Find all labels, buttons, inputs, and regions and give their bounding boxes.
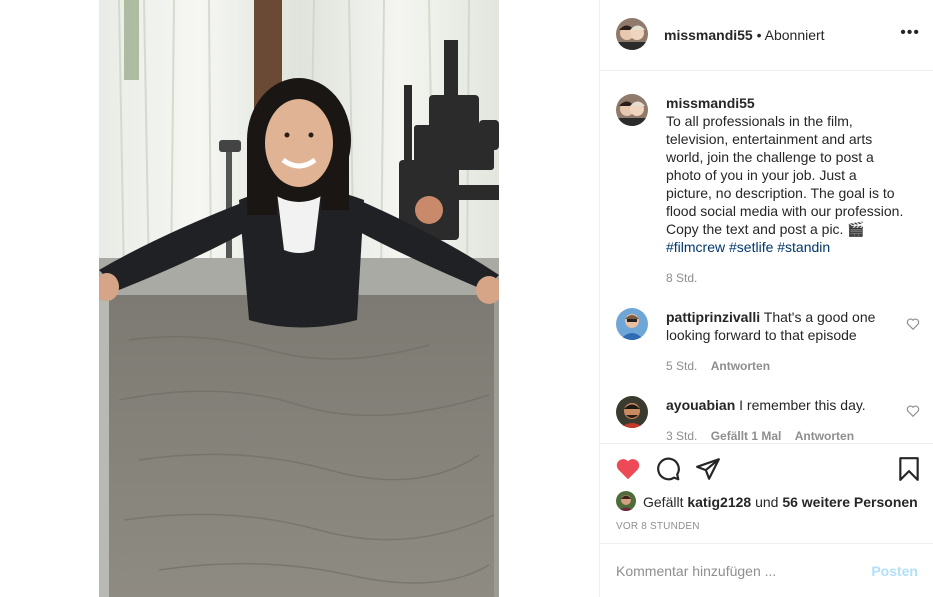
photo-area bbox=[0, 0, 599, 597]
post-photo[interactable] bbox=[99, 0, 499, 597]
comment-username[interactable]: ayouabian bbox=[666, 397, 735, 413]
caption-hashtags[interactable]: #filmcrew #setlife #standin bbox=[666, 238, 911, 256]
comment-input[interactable] bbox=[616, 561, 856, 581]
heart-outline-icon[interactable] bbox=[906, 404, 920, 418]
add-comment-bar: Posten bbox=[600, 543, 933, 597]
heart-filled-icon[interactable] bbox=[615, 456, 641, 482]
header-text: missmandi55 • Abonniert bbox=[664, 26, 825, 44]
likes-prefix: Gefällt bbox=[643, 494, 684, 510]
comment-time[interactable]: 5 Std. bbox=[666, 359, 697, 373]
comment-meta: 5 Std. Antworten bbox=[666, 359, 780, 373]
caption-line: photo of you in your job. Just a bbox=[666, 167, 857, 183]
caption-body: missmandi55 To all professionals in the … bbox=[666, 94, 911, 256]
liker-username[interactable]: katig2128 bbox=[687, 494, 751, 510]
caption-avatar[interactable] bbox=[616, 94, 648, 126]
comment-body: pattiprinzivalli That's a good one looki… bbox=[666, 308, 911, 344]
comment-username[interactable]: pattiprinzivalli bbox=[666, 309, 760, 325]
action-bar: Gefällt katig2128 und 56 weitere Persone… bbox=[600, 443, 933, 543]
caption-line: Copy the text and post a pic. 🎬 bbox=[666, 221, 865, 237]
likes-conj: und bbox=[755, 494, 779, 510]
comment-text: I remember this day. bbox=[739, 397, 866, 413]
comment-meta: 3 Std. Gefällt 1 Mal Antworten bbox=[666, 429, 864, 443]
caption-username[interactable]: missmandi55 bbox=[666, 94, 911, 112]
comment-body: ayouabian I remember this day. bbox=[666, 396, 911, 414]
commenter-avatar[interactable] bbox=[616, 396, 648, 428]
likes-others[interactable]: 56 weitere Personen bbox=[782, 494, 917, 510]
reply-button[interactable]: Antworten bbox=[711, 359, 770, 373]
reply-button[interactable]: Antworten bbox=[795, 429, 854, 443]
post-timestamp[interactable]: VOR 8 STUNDEN bbox=[616, 521, 700, 532]
post-panel: missmandi55 • Abonniert ••• missmandi55 … bbox=[599, 0, 933, 597]
caption-time[interactable]: 8 Std. bbox=[666, 271, 697, 285]
caption-meta: 8 Std. bbox=[666, 271, 707, 285]
heart-outline-icon[interactable] bbox=[906, 317, 920, 331]
caption-line: television, entertainment and arts bbox=[666, 131, 873, 147]
caption-line: flood social media with our profession. bbox=[666, 203, 904, 219]
comment-likes[interactable]: Gefällt 1 Mal bbox=[711, 429, 782, 443]
liker-avatar[interactable] bbox=[616, 491, 636, 511]
commenter-avatar[interactable] bbox=[616, 308, 648, 340]
author-username[interactable]: missmandi55 bbox=[664, 27, 753, 43]
caption-line: picture, no description. The goal is to bbox=[666, 185, 895, 201]
comments-list[interactable]: missmandi55 To all professionals in the … bbox=[600, 72, 933, 443]
share-icon[interactable] bbox=[695, 456, 721, 482]
post-header: missmandi55 • Abonniert ••• bbox=[600, 0, 933, 71]
caption-line: world, join the challenge to post a bbox=[666, 149, 874, 165]
caption-line: To all professionals in the film, bbox=[666, 113, 853, 129]
bookmark-icon[interactable] bbox=[896, 456, 922, 482]
comment-time[interactable]: 3 Std. bbox=[666, 429, 697, 443]
comment-icon[interactable] bbox=[655, 456, 681, 482]
author-avatar[interactable] bbox=[616, 18, 648, 50]
likes-text: Gefällt katig2128 und 56 weitere Persone… bbox=[643, 493, 918, 511]
post-button[interactable]: Posten bbox=[871, 563, 918, 579]
follow-status[interactable]: • Abonniert bbox=[757, 27, 825, 43]
more-horizontal-icon[interactable]: ••• bbox=[900, 24, 920, 42]
